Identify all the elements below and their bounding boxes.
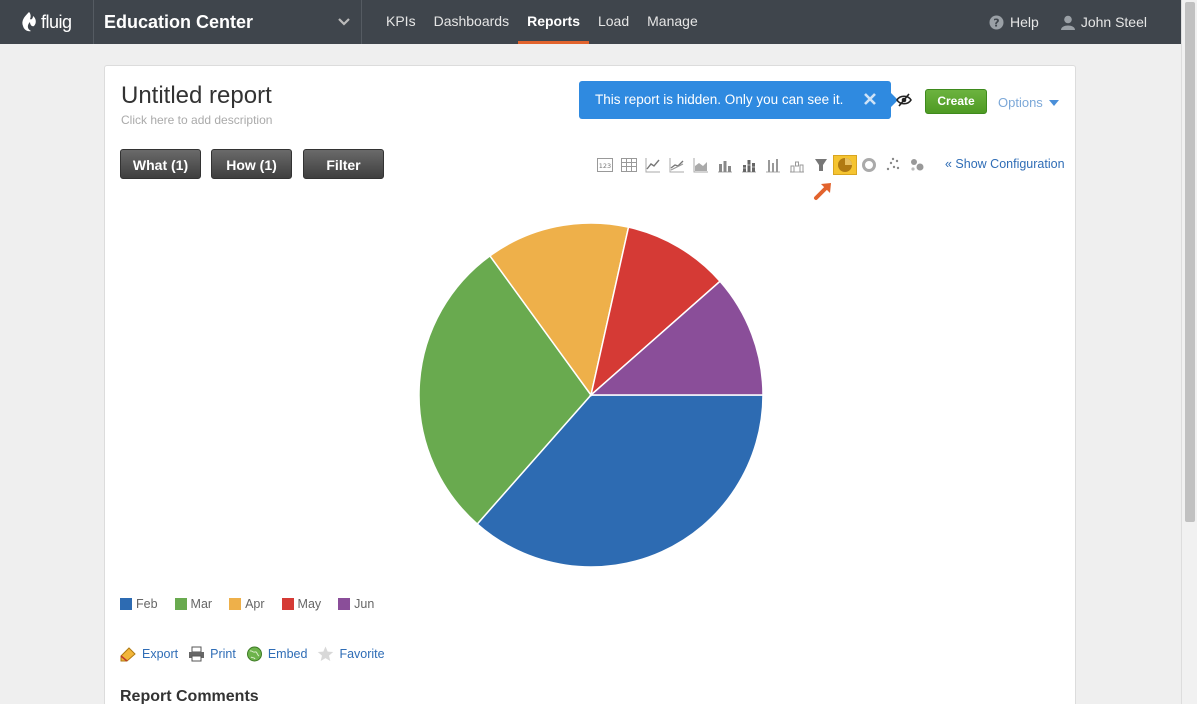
legend-swatch — [120, 598, 132, 610]
nav-kpis[interactable]: KPIs — [362, 0, 425, 44]
svg-text:?: ? — [993, 16, 999, 29]
legend-label: Jun — [354, 597, 375, 611]
legend-item-mar[interactable]: Mar — [174, 597, 213, 611]
nav-load[interactable]: Load — [589, 0, 638, 44]
nav-dashboards[interactable]: Dashboards — [425, 0, 519, 44]
favorite-link[interactable]: Favorite — [317, 646, 385, 662]
print-label: Print — [210, 647, 236, 661]
pie-chart — [418, 222, 764, 568]
export-link[interactable]: Export — [120, 646, 178, 662]
legend-swatch — [338, 598, 351, 610]
help-label: Help — [1010, 14, 1039, 30]
chevron-down-icon[interactable] — [337, 15, 351, 29]
help-icon: ? — [989, 15, 1004, 29]
printer-icon — [189, 646, 205, 662]
chart-legend: Feb Mar Apr May Jun — [120, 597, 391, 611]
legend-label: Apr — [245, 597, 265, 611]
legend-label: May — [297, 597, 322, 611]
user-icon — [1060, 15, 1075, 30]
favorite-label: Favorite — [339, 647, 385, 661]
legend-swatch — [229, 598, 242, 610]
legend-swatch — [281, 598, 294, 610]
nav-reports[interactable]: Reports — [518, 0, 589, 44]
user-menu[interactable]: John Steel — [1060, 14, 1147, 30]
org-selector[interactable]: Education Center — [94, 0, 362, 44]
globe-icon — [246, 646, 262, 662]
main-nav: KPIs Dashboards Reports Load Manage — [362, 0, 707, 44]
scrollbar-thumb[interactable] — [1185, 2, 1195, 522]
nav-right: ? Help John Steel — [967, 0, 1147, 44]
report-comments-title: Report Comments — [120, 688, 259, 704]
org-title: Education Center — [104, 11, 254, 32]
legend-item-feb[interactable]: Feb — [120, 597, 158, 611]
logo-text: fluig — [41, 11, 72, 32]
fluig-logo[interactable]: fluig — [0, 0, 94, 44]
user-name: John Steel — [1080, 14, 1147, 30]
embed-link[interactable]: Embed — [246, 646, 308, 662]
report-actions: Export Print Embed Favorite — [120, 646, 395, 662]
legend-label: Feb — [136, 597, 158, 611]
legend-item-apr[interactable]: Apr — [229, 597, 265, 611]
star-icon — [318, 646, 334, 661]
legend-item-may[interactable]: May — [281, 597, 322, 611]
export-label: Export — [142, 647, 179, 661]
legend-label: Mar — [190, 597, 213, 611]
nav-manage[interactable]: Manage — [638, 0, 707, 44]
flame-icon — [22, 12, 36, 32]
print-link[interactable]: Print — [188, 646, 236, 662]
page-scrollbar[interactable] — [1181, 0, 1197, 704]
report-panel: Untitled report Click here to add descri… — [104, 65, 1076, 704]
top-navbar: fluig Education Center KPIs Dashboards R… — [0, 0, 1181, 44]
help-link[interactable]: ? Help — [989, 14, 1039, 30]
legend-swatch — [174, 598, 187, 610]
export-icon — [120, 647, 136, 662]
embed-label: Embed — [267, 647, 308, 661]
legend-item-jun[interactable]: Jun — [338, 597, 374, 611]
